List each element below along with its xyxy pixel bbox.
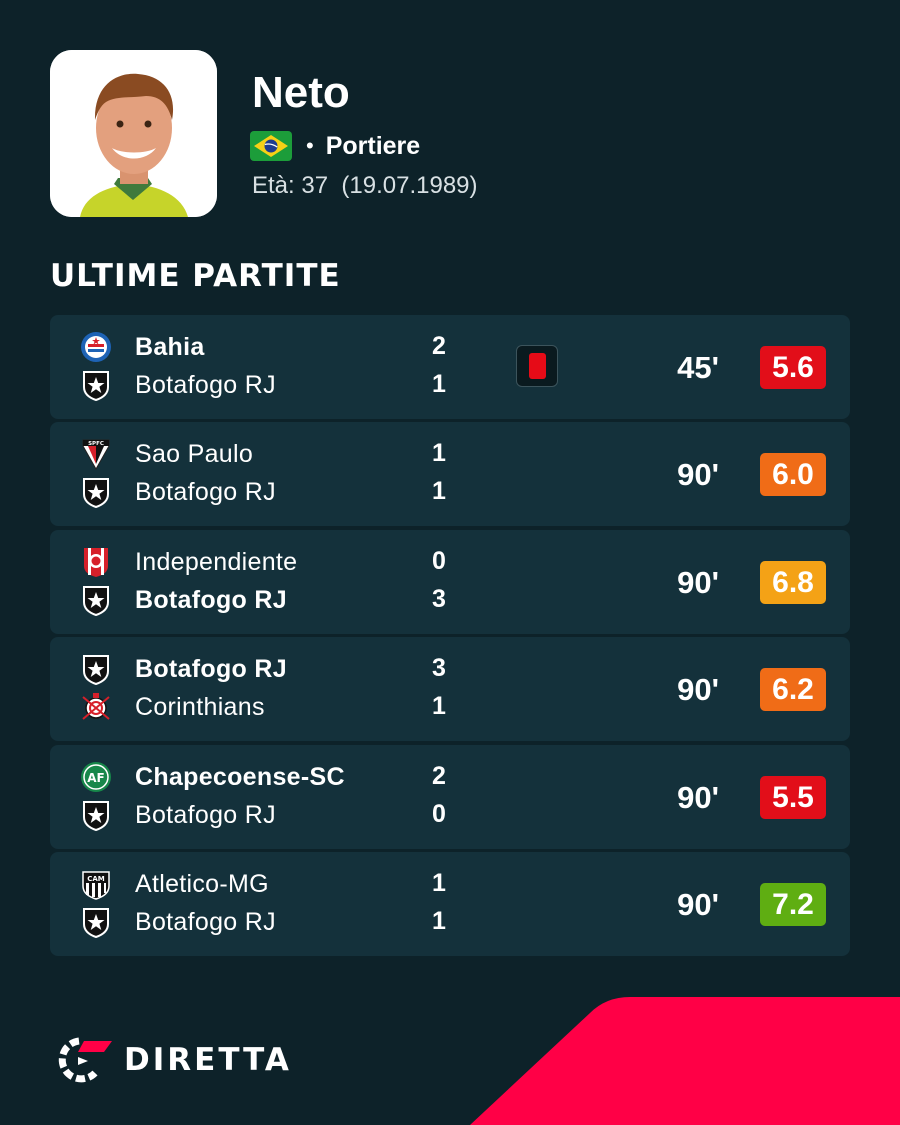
brazil-flag-icon [250, 131, 292, 161]
minutes-played: 90' [677, 780, 719, 815]
home-team: Independiente [80, 544, 297, 580]
section-title: ULTIME PARTITE [50, 258, 341, 294]
svg-text:AF: AF [87, 771, 104, 785]
player-photo [50, 50, 217, 217]
home-team-name: Chapecoense-SC [135, 762, 345, 791]
diretta-logo: DIRETTA [54, 1035, 292, 1085]
rating-badge: 6.2 [760, 668, 826, 711]
player-position: Portiere [325, 131, 421, 160]
away-team: Corinthians [80, 689, 265, 725]
match-row[interactable]: Bahia Botafogo RJ 2 1 45' 5.6 [50, 315, 850, 419]
player-meta: • Portiere [250, 128, 420, 164]
away-score: 3 [432, 585, 446, 613]
corinthians-crest-icon [80, 691, 112, 723]
svg-text:SPFC: SPFC [88, 441, 104, 447]
home-score: 2 [432, 332, 446, 360]
home-score: 1 [432, 869, 446, 897]
red-card-icon [516, 345, 558, 387]
away-team: Botafogo RJ [80, 474, 276, 510]
botafogo-crest-icon [80, 476, 112, 508]
match-row[interactable]: SPFC Sao Paulo Botafogo RJ 1 1 90' 6.0 [50, 422, 850, 526]
minutes-played: 90' [677, 672, 719, 707]
rating-badge: 5.6 [760, 346, 826, 389]
away-team: Botafogo RJ [80, 582, 287, 618]
away-team: Botafogo RJ [80, 367, 276, 403]
match-row[interactable]: AF Chapecoense-SC Botafogo RJ 2 0 90' 5.5 [50, 745, 850, 849]
home-team-name: Botafogo RJ [135, 654, 287, 683]
away-team: Botafogo RJ [80, 797, 276, 833]
botafogo-crest-icon [80, 653, 112, 685]
away-score: 1 [432, 370, 446, 398]
match-row[interactable]: Independiente Botafogo RJ 0 3 90' 6.8 [50, 530, 850, 634]
home-score: 3 [432, 654, 446, 682]
home-score: 1 [432, 439, 446, 467]
home-team-name: Bahia [135, 332, 205, 361]
separator-dot: • [306, 133, 314, 158]
away-team-name: Corinthians [135, 692, 265, 721]
player-age-row: Età: 37 (19.07.1989) [252, 172, 478, 200]
home-team-name: Independiente [135, 547, 298, 576]
chapecoense-crest-icon: AF [80, 761, 112, 793]
botafogo-crest-icon [80, 584, 112, 616]
away-score: 1 [432, 477, 446, 505]
away-team-name: Botafogo RJ [135, 585, 287, 614]
rating-badge: 6.8 [760, 561, 826, 604]
match-row[interactable]: Botafogo RJ Corinthians 3 1 90' 6.2 [50, 637, 850, 741]
diretta-logo-icon [58, 1037, 112, 1083]
botafogo-crest-icon [80, 369, 112, 401]
home-team: AF Chapecoense-SC [80, 759, 345, 795]
home-team-name: Atletico-MG [135, 869, 269, 898]
brand-name: DIRETTA [124, 1042, 292, 1078]
botafogo-crest-icon [80, 799, 112, 831]
match-row[interactable]: CAM Atletico-MG Botafogo RJ 1 1 90' 7.2 [50, 852, 850, 956]
home-team: Bahia [80, 329, 205, 365]
minutes-played: 90' [677, 457, 719, 492]
away-team-name: Botafogo RJ [135, 370, 276, 399]
away-score: 0 [432, 800, 446, 828]
home-team: Botafogo RJ [80, 651, 287, 687]
away-score: 1 [432, 907, 446, 935]
home-team: SPFC Sao Paulo [80, 436, 253, 472]
away-score: 1 [432, 692, 446, 720]
minutes-played: 90' [677, 887, 719, 922]
independiente-crest-icon [80, 546, 112, 578]
away-team-name: Botafogo RJ [135, 907, 276, 936]
home-score: 0 [432, 547, 446, 575]
home-team-name: Sao Paulo [135, 439, 254, 468]
player-age: Età: 37 [252, 172, 329, 199]
rating-badge: 5.5 [760, 776, 826, 819]
rating-badge: 7.2 [760, 883, 826, 926]
bahia-crest-icon [80, 331, 112, 363]
botafogo-crest-icon [80, 906, 112, 938]
home-score: 2 [432, 762, 446, 790]
brand-accent-shape [470, 997, 900, 1125]
player-name: Neto [252, 68, 350, 117]
minutes-played: 45' [677, 350, 719, 385]
sao-paulo-crest-icon: SPFC [80, 438, 112, 470]
minutes-played: 90' [677, 565, 719, 600]
away-team-name: Botafogo RJ [135, 800, 276, 829]
away-team: Botafogo RJ [80, 904, 276, 940]
atletico-mg-crest-icon: CAM [80, 868, 112, 900]
home-team: CAM Atletico-MG [80, 866, 269, 902]
svg-text:CAM: CAM [87, 875, 105, 883]
rating-badge: 6.0 [760, 453, 826, 496]
away-team-name: Botafogo RJ [135, 477, 276, 506]
player-birthdate: (19.07.1989) [341, 172, 478, 199]
